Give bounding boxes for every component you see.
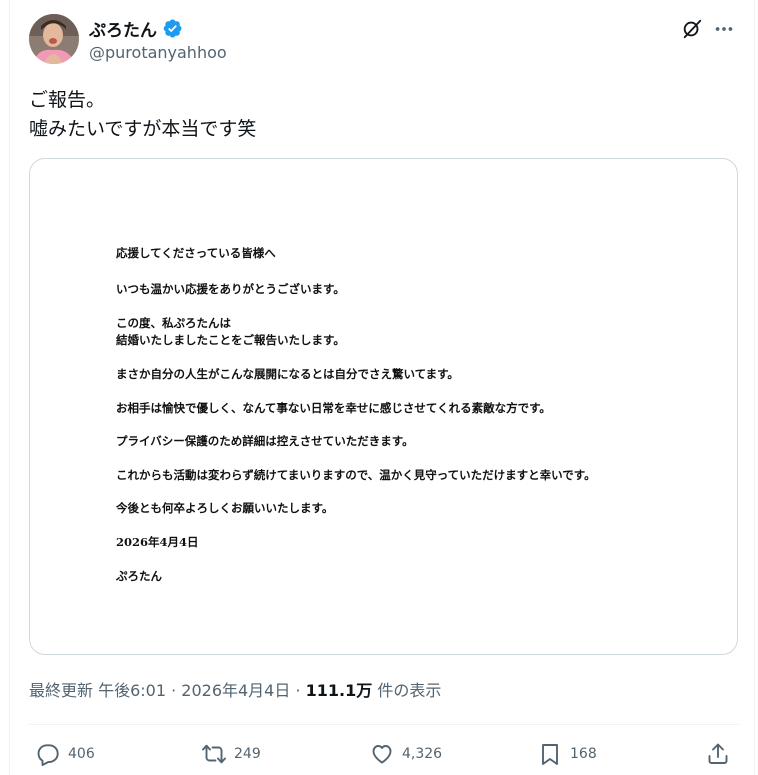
tweet-text: ご報告。 嘘みたいですが本当です笑 (29, 86, 256, 144)
right-border (754, 0, 755, 775)
letter-line: まさか自分の人生がこんな展開になるとは自分でさえ驚いてます。 (116, 367, 459, 381)
verified-badge-icon[interactable] (162, 18, 183, 39)
timestamp[interactable]: 最終更新 午後6:01 · 2026年4月4日 · (29, 681, 306, 700)
repost-count: 249 (234, 746, 261, 762)
tweet-text-line: 嘘みたいですが本当です笑 (29, 118, 257, 140)
letter-line: プライバシー保護のため詳細は控えさせていただきます。 (116, 434, 414, 448)
action-bar: 406 249 4,326 168 (29, 738, 739, 770)
left-border (9, 0, 10, 775)
letter-line: お相手は愉快で優しく、なんて事ない日常を幸せに感じさせてくれる素敵な方です。 (116, 401, 551, 415)
grok-icon[interactable] (681, 18, 703, 40)
letter-line: これからも活動は変わらず続けてまいりますので、温かく見守っていただけますと幸いで… (116, 468, 596, 482)
like-count: 4,326 (402, 746, 443, 762)
reply-icon (37, 744, 59, 766)
letter-signature: ぷろたん (116, 569, 162, 583)
user-handle[interactable]: @purotanyahhoo (89, 43, 227, 62)
like-button[interactable]: 4,326 (370, 738, 442, 770)
avatar[interactable] (29, 14, 79, 64)
bookmark-icon (542, 744, 558, 765)
letter-date: 2026年4月4日 (116, 535, 199, 549)
name-row: ぷろたん (89, 16, 183, 41)
view-label: 件の表示 (372, 681, 442, 700)
media-image[interactable]: 応援してくださっている皆様へ いつも温かい応援をありがとうございます。 この度、… (29, 158, 738, 655)
avatar-image (29, 14, 79, 64)
more-icon[interactable] (713, 18, 735, 40)
share-button[interactable] (706, 738, 730, 770)
letter-line: この度、私ぷろたんは (116, 316, 231, 330)
repost-icon (202, 744, 226, 764)
reply-count: 406 (68, 746, 95, 762)
share-icon (708, 743, 728, 764)
letter-line: いつも温かい応援をありがとうございます。 (116, 282, 345, 296)
bookmark-count: 168 (570, 746, 597, 762)
view-count: 111.1万 (305, 681, 373, 700)
divider (29, 724, 739, 725)
letter-line: 結婚いたしましたことをご報告いたします。 (116, 333, 345, 347)
tweet-header: ぷろたん @purotanyahhoo (29, 14, 739, 66)
tweet-meta: 最終更新 午後6:01 · 2026年4月4日 · 111.1万 件の表示 (29, 677, 441, 701)
reply-button[interactable]: 406 (36, 738, 95, 770)
like-icon (372, 745, 392, 764)
repost-button[interactable]: 249 (202, 738, 261, 770)
display-name[interactable]: ぷろたん (89, 16, 157, 41)
bookmark-button[interactable]: 168 (538, 738, 597, 770)
letter-line: 今後とも何卒よろしくお願いいたします。 (116, 501, 334, 515)
tweet-text-line: ご報告。 (29, 89, 106, 111)
letter-line: 応援してくださっている皆様へ (116, 246, 276, 260)
